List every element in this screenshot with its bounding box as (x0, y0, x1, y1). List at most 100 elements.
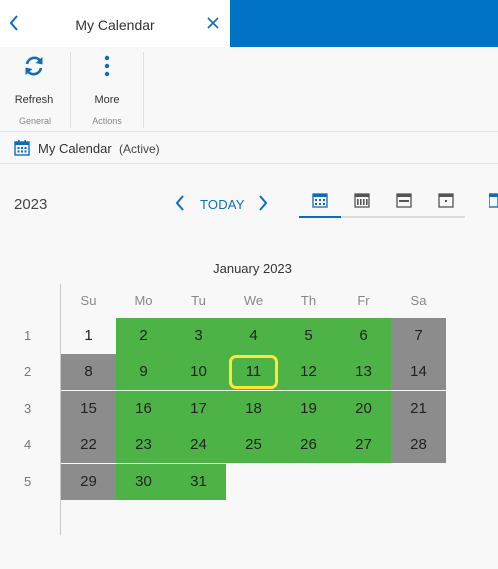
top-bar (230, 0, 498, 47)
view-tabs (299, 186, 465, 218)
day-cell[interactable]: 15 (61, 390, 116, 427)
day-number: 25 (245, 436, 262, 454)
week-view-icon (354, 193, 370, 208)
ribbon: Refresh More General Actions (0, 47, 498, 132)
chevron-right-icon (259, 195, 268, 211)
day-number: 10 (190, 363, 207, 381)
day-cell[interactable]: 17 (171, 390, 226, 427)
day-cell[interactable]: 7 (391, 318, 446, 354)
day-number: 4 (249, 327, 258, 344)
day-number: 5 (304, 327, 313, 344)
day-cell[interactable]: 28 (391, 427, 446, 464)
ribbon-divider (143, 52, 144, 128)
day-cell[interactable]: 10 (171, 354, 226, 391)
group-label-actions: Actions (92, 116, 122, 126)
day-number: 6 (359, 327, 368, 344)
calendar-status: (Active) (119, 142, 160, 156)
more-button[interactable]: More (79, 55, 135, 106)
calendar-icon (14, 140, 30, 156)
tab-week-view[interactable] (341, 186, 383, 216)
day-cell[interactable]: 13 (336, 354, 391, 391)
refresh-button[interactable]: Refresh (6, 55, 62, 106)
day-cell[interactable]: 18 (226, 390, 281, 427)
tab-work-week-view[interactable] (383, 186, 425, 216)
panel-titlebar: My Calendar (0, 0, 230, 47)
day-cell[interactable]: 21 (391, 390, 446, 427)
year-label: 2023 (14, 196, 48, 213)
day-number: 27 (355, 436, 372, 454)
day-number: 22 (80, 436, 97, 454)
day-cell[interactable]: 4 (226, 318, 281, 354)
close-icon (207, 17, 219, 29)
weekday-header: We (243, 293, 264, 308)
day-cell[interactable]: 1 (61, 318, 116, 354)
calendar-header: My Calendar (Active) (0, 132, 498, 164)
week-number: 1 (24, 328, 32, 343)
day-number: 26 (300, 436, 317, 454)
day-number: 28 (410, 436, 427, 454)
day-cell[interactable]: 6 (336, 318, 391, 354)
month-title: January 2023 (213, 261, 292, 276)
weekday-header: Sa (410, 293, 427, 308)
day-cell[interactable]: 29 (61, 463, 116, 500)
day-cell[interactable]: 9 (116, 354, 171, 391)
day-number: 16 (135, 399, 152, 417)
previous-button[interactable] (173, 195, 187, 215)
day-number: 31 (190, 472, 207, 490)
panel-title: My Calendar (75, 17, 155, 33)
day-cell[interactable]: 14 (391, 354, 446, 391)
day-number: 2 (139, 327, 148, 344)
day-number: 18 (245, 399, 262, 417)
day-cell[interactable]: 22 (61, 427, 116, 464)
day-number: 21 (410, 399, 427, 417)
day-number: 12 (300, 363, 317, 381)
refresh-label: Refresh (14, 94, 54, 106)
next-button[interactable] (256, 195, 270, 215)
day-cell-selected[interactable]: 11 (226, 354, 281, 391)
day-number: 30 (135, 472, 152, 490)
day-number: 24 (190, 436, 207, 454)
day-cell[interactable]: 5 (281, 318, 336, 354)
day-cell[interactable]: 26 (281, 427, 336, 464)
today-button[interactable]: TODAY (200, 197, 245, 212)
day-cell[interactable]: 16 (116, 390, 171, 427)
weekday-header: Fr (357, 293, 370, 308)
group-label-general: General (18, 116, 52, 126)
tab-day-view[interactable] (425, 186, 467, 216)
day-cell[interactable]: 19 (281, 390, 336, 427)
day-cell[interactable]: 25 (226, 427, 281, 464)
week-number: 3 (24, 400, 32, 416)
more-label: More (94, 94, 120, 106)
weekday-header: Th (300, 293, 317, 308)
day-cell[interactable]: 2 (116, 318, 171, 354)
day-cell[interactable]: 12 (281, 354, 336, 391)
day-cell[interactable]: 23 (116, 427, 171, 464)
more-vertical-icon (104, 55, 110, 77)
day-cell[interactable]: 8 (61, 354, 116, 391)
day-number: 9 (139, 363, 148, 381)
close-button[interactable] (204, 16, 222, 34)
week-number: 4 (24, 437, 32, 453)
month-view-icon (312, 193, 328, 208)
day-cell[interactable]: 3 (171, 318, 226, 354)
day-cell[interactable]: 31 (171, 463, 226, 500)
agenda-view-icon[interactable] (489, 193, 498, 208)
refresh-icon (25, 56, 43, 76)
day-cell[interactable]: 24 (171, 427, 226, 464)
day-number: 14 (410, 363, 427, 381)
calendar-name: My Calendar (38, 141, 112, 156)
chevron-left-icon (175, 195, 184, 211)
day-number: 15 (80, 399, 97, 417)
day-number: 7 (414, 327, 423, 344)
day-number: 20 (355, 399, 372, 417)
day-cell[interactable]: 20 (336, 390, 391, 427)
week-number: 2 (24, 364, 32, 380)
selection-highlight (229, 355, 278, 390)
day-number: 19 (300, 399, 317, 417)
day-number: 29 (80, 472, 97, 490)
day-cell[interactable]: 27 (336, 427, 391, 464)
tab-month-view[interactable] (299, 186, 341, 218)
day-number: 1 (84, 327, 93, 344)
day-number: 13 (355, 363, 372, 381)
day-cell[interactable]: 30 (116, 463, 171, 500)
